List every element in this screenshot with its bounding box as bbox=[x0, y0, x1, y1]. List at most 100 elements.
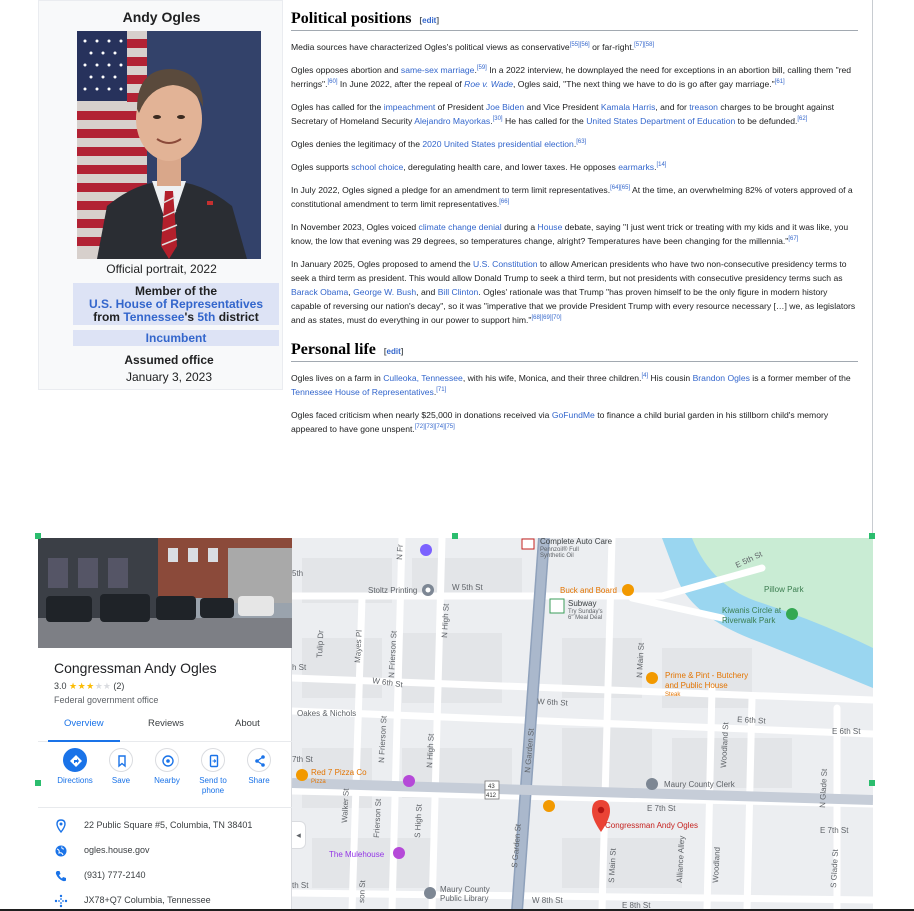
house-of-representatives-link[interactable]: U.S. House of Representatives bbox=[89, 297, 263, 311]
tennessee-link[interactable]: Tennessee bbox=[123, 310, 184, 324]
paragraph: In July 2022, Ogles signed a pledge for … bbox=[291, 185, 853, 209]
citation[interactable]: [59] bbox=[477, 65, 487, 71]
save-button[interactable]: Save bbox=[98, 748, 144, 786]
tab-overview[interactable]: Overview bbox=[64, 718, 104, 729]
citation[interactable]: [61] bbox=[775, 79, 785, 85]
citation[interactable]: [57][58] bbox=[634, 42, 654, 48]
citation[interactable]: [72][73][74][75] bbox=[415, 424, 455, 430]
place-photo[interactable] bbox=[38, 538, 292, 648]
directions-icon bbox=[63, 748, 87, 772]
resize-handle[interactable] bbox=[452, 533, 458, 539]
citation[interactable]: [68][69][70] bbox=[531, 315, 561, 321]
assumed-office-label: Assumed office bbox=[124, 353, 214, 367]
nearby-button[interactable]: Nearby bbox=[144, 748, 190, 786]
paragraph: In November 2023, Ogles voiced climate c… bbox=[291, 222, 849, 246]
school-choice-link[interactable]: school choice bbox=[351, 162, 403, 172]
george-w-bush-link[interactable]: George W. Bush bbox=[353, 287, 416, 297]
selected-place-label: Congressman Andy Ogles bbox=[605, 821, 698, 830]
alejandro-mayorkas-link[interactable]: Alejandro Mayorkas bbox=[414, 116, 490, 126]
citation[interactable]: [60] bbox=[328, 79, 338, 85]
citation[interactable]: [66] bbox=[499, 199, 509, 205]
share-button[interactable]: Share bbox=[236, 748, 282, 786]
street-label: W 8th St bbox=[532, 896, 563, 905]
place-category[interactable]: Federal government office bbox=[54, 695, 158, 705]
citation[interactable]: [62] bbox=[797, 116, 807, 122]
street-label: son St bbox=[357, 879, 367, 903]
map-canvas[interactable]: W 5th St E 5th St W 6th St W 6th St E 6t… bbox=[288, 538, 873, 911]
bill-clinton-link[interactable]: Bill Clinton bbox=[438, 287, 479, 297]
us-constitution-link[interactable]: U.S. Constitution bbox=[473, 259, 537, 269]
citation[interactable]: [30] bbox=[493, 116, 503, 122]
roe-v-wade-link[interactable]: Roe v. Wade bbox=[464, 79, 513, 89]
poi-label: Riverwalk Park bbox=[722, 616, 776, 625]
street-label: h St bbox=[292, 663, 307, 672]
resize-handle[interactable] bbox=[869, 533, 875, 539]
joe-biden-link[interactable]: Joe Biden bbox=[486, 102, 524, 112]
plus-code-row[interactable]: JX78+Q7 Columbia, Tennessee bbox=[38, 890, 292, 911]
resize-handle[interactable] bbox=[35, 780, 41, 786]
send-to-phone-button[interactable]: Send to phone bbox=[190, 748, 236, 796]
place-tabs: Overview Reviews About bbox=[38, 716, 292, 742]
poi-label: Buck and Board bbox=[560, 586, 617, 595]
place-side-panel: Congressman Andy Ogles 3.0 ★★★★★ (2) Fed… bbox=[38, 538, 292, 911]
climate-change-denial-link[interactable]: climate change denial bbox=[419, 222, 502, 232]
citation[interactable]: [67] bbox=[788, 236, 798, 242]
resize-handle[interactable] bbox=[35, 533, 41, 539]
tab-about[interactable]: About bbox=[235, 718, 260, 729]
citation[interactable]: [63] bbox=[576, 139, 586, 145]
chevron-left-icon: ◂ bbox=[296, 830, 301, 840]
poi-label: Complete Auto Care bbox=[540, 538, 613, 546]
treason-link[interactable]: treason bbox=[689, 102, 718, 112]
paragraph: In January 2025, Ogles proposed to amend… bbox=[291, 259, 856, 325]
citation[interactable]: [71] bbox=[436, 387, 446, 393]
poi-label: Steak bbox=[665, 692, 681, 698]
collapse-side-panel-button[interactable]: ◂ bbox=[292, 821, 306, 849]
department-of-education-link[interactable]: United States Department of Education bbox=[586, 116, 735, 126]
street-label: Mayes Pl bbox=[353, 630, 364, 664]
website-row[interactable]: ogles.house.gov bbox=[38, 840, 292, 864]
section-title: Political positions bbox=[291, 10, 412, 27]
address-row[interactable]: 22 Public Square #5, Columbia, TN 38401 bbox=[38, 815, 292, 839]
street-label: S High St bbox=[413, 803, 424, 838]
article-body: Political positions [edit] Media sources… bbox=[291, 10, 858, 445]
tab-reviews[interactable]: Reviews bbox=[148, 718, 184, 729]
incumbent-badge[interactable]: Incumbent bbox=[73, 330, 279, 346]
nearby-icon bbox=[155, 748, 179, 772]
phone-row[interactable]: (931) 777-2140 bbox=[38, 865, 292, 889]
citation[interactable]: [64][65] bbox=[610, 185, 630, 191]
edit-section-link[interactable]: [edit] bbox=[384, 347, 404, 356]
brandon-ogles-link[interactable]: Brandon Ogles bbox=[693, 373, 750, 383]
house-link[interactable]: House bbox=[538, 222, 563, 232]
election-2020-link[interactable]: 2020 United States presidential election bbox=[422, 139, 573, 149]
star-icon: ★★★ bbox=[69, 681, 95, 691]
poi-label: The Mulehouse bbox=[329, 850, 385, 859]
review-count: (2) bbox=[113, 681, 125, 691]
street-label: E 7th St bbox=[647, 804, 676, 813]
edit-section-link[interactable]: [edit] bbox=[419, 16, 439, 25]
resize-handle[interactable] bbox=[869, 780, 875, 786]
barack-obama-link[interactable]: Barack Obama bbox=[291, 287, 348, 297]
same-sex-marriage-link[interactable]: same-sex marriage bbox=[401, 65, 475, 75]
star-empty-icon: ★★ bbox=[94, 681, 111, 691]
citation[interactable]: [55][56] bbox=[570, 42, 590, 48]
official-portrait-image[interactable] bbox=[77, 31, 261, 259]
route-shield: 43 bbox=[488, 784, 495, 790]
impeachment-link[interactable]: impeachment bbox=[384, 102, 436, 112]
kamala-harris-link[interactable]: Kamala Harris bbox=[601, 102, 655, 112]
district-link[interactable]: 5th bbox=[197, 310, 215, 324]
poi-label: Pennzoil® Full bbox=[540, 546, 579, 553]
citation[interactable]: [14] bbox=[656, 162, 666, 168]
directions-button[interactable]: Directions bbox=[52, 748, 98, 786]
street-label: 5th bbox=[292, 569, 303, 578]
earmarks-link[interactable]: earmarks bbox=[618, 162, 654, 172]
street-label: W 6th St bbox=[537, 697, 569, 708]
place-title: Congressman Andy Ogles bbox=[54, 660, 217, 676]
street-label: 7th St bbox=[292, 755, 314, 764]
street-label: Tulip Dr bbox=[315, 630, 325, 658]
tennessee-house-link[interactable]: Tennessee House of Representatives bbox=[291, 387, 434, 397]
place-rating[interactable]: 3.0 ★★★★★ (2) bbox=[54, 681, 124, 692]
infobox-title: Andy Ogles bbox=[122, 9, 201, 25]
culleoka-link[interactable]: Culleoka, Tennessee bbox=[383, 373, 463, 383]
gofundme-link[interactable]: GoFundMe bbox=[552, 410, 595, 420]
street-label: N High St bbox=[425, 733, 436, 768]
